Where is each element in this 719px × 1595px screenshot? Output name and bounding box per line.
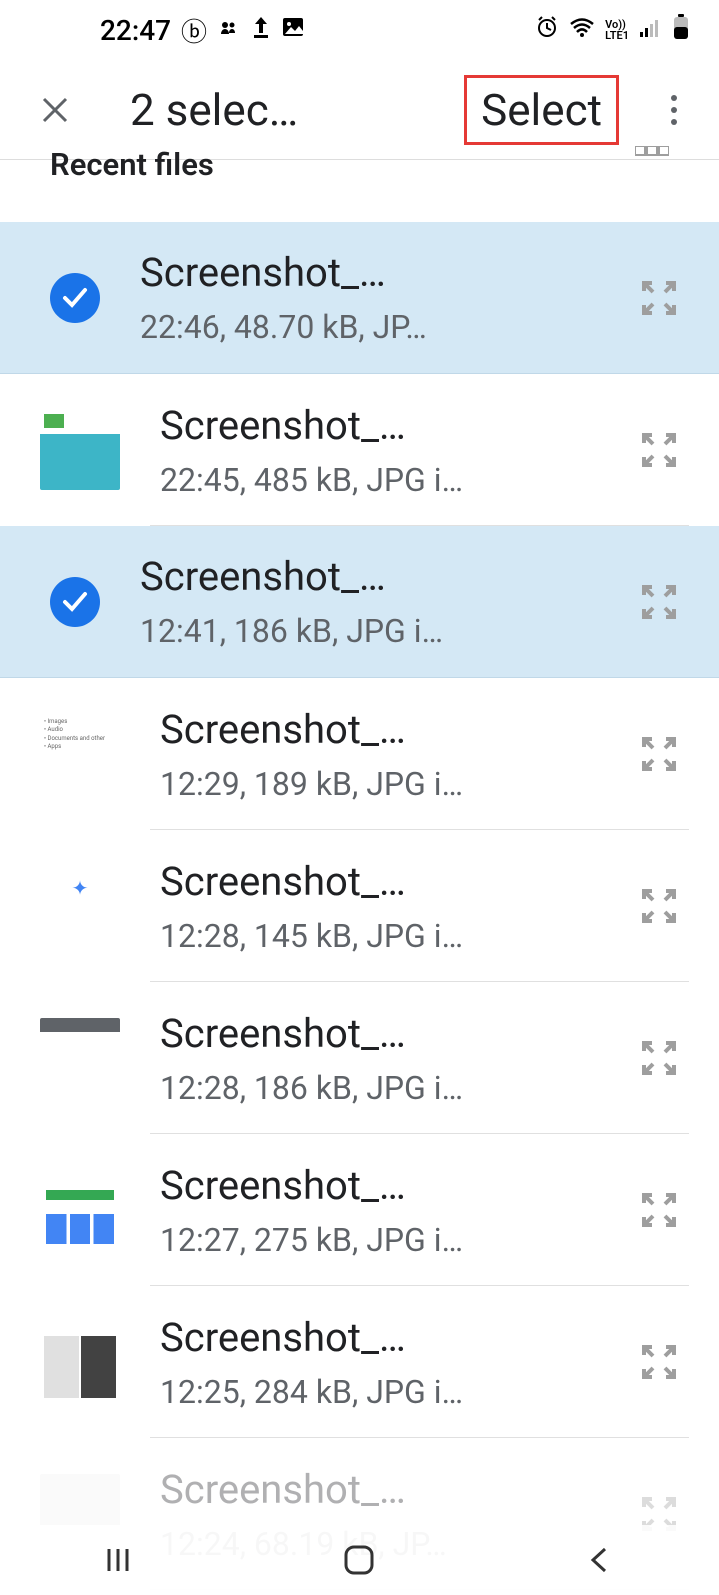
- file-name: Screenshot_…: [160, 1466, 619, 1513]
- file-thumbnail: [40, 1322, 120, 1402]
- volte-label: Vo))LTE1: [605, 19, 629, 41]
- file-name: Screenshot_…: [140, 249, 619, 296]
- file-name: Screenshot_…: [140, 553, 619, 600]
- file-list: Screenshot_… 22:46, 48.70 kB, JP… Screen…: [0, 222, 719, 1590]
- file-name: Screenshot_…: [160, 858, 619, 905]
- file-meta: 12:28, 186 kB, JPG i…: [160, 1069, 619, 1107]
- check-icon: [50, 577, 100, 627]
- file-name: Screenshot_…: [160, 706, 619, 753]
- section-title: Recent files: [50, 146, 214, 183]
- close-button[interactable]: [30, 85, 80, 135]
- badge-icon: ⓑ: [181, 12, 207, 49]
- recents-nav-button[interactable]: [80, 1535, 160, 1585]
- expand-icon[interactable]: [629, 572, 689, 632]
- section-header: Recent files: [0, 152, 719, 192]
- status-time: 22:47: [100, 14, 171, 47]
- file-info: Screenshot_… 12:27, 275 kB, JPG i…: [160, 1162, 619, 1259]
- file-info: Screenshot_… 22:45, 485 kB, JPG i…: [160, 402, 619, 499]
- status-bar: 22:47 ⓑ Vo))LTE1: [0, 0, 719, 60]
- expand-icon[interactable]: [629, 1028, 689, 1088]
- file-info: Screenshot_… 12:28, 186 kB, JPG i…: [160, 1010, 619, 1107]
- expand-icon[interactable]: [629, 1180, 689, 1240]
- status-left: 22:47 ⓑ: [100, 12, 305, 49]
- file-name: Screenshot_…: [160, 1162, 619, 1209]
- file-info: Screenshot_… 12:28, 145 kB, JPG i…: [160, 858, 619, 955]
- file-thumbnail: [40, 1170, 120, 1250]
- status-right: Vo))LTE1: [535, 14, 689, 47]
- file-meta: 22:46, 48.70 kB, JP…: [140, 308, 619, 346]
- expand-icon[interactable]: [629, 1332, 689, 1392]
- file-thumbnail: [40, 1018, 120, 1098]
- file-name: Screenshot_…: [160, 1010, 619, 1057]
- expand-icon[interactable]: [629, 420, 689, 480]
- wifi-icon: [569, 15, 595, 45]
- back-nav-button[interactable]: [559, 1535, 639, 1585]
- battery-icon: [673, 14, 689, 47]
- select-all-button[interactable]: Select: [464, 75, 619, 145]
- file-item[interactable]: Screenshot_… 22:45, 485 kB, JPG i…: [0, 374, 719, 526]
- expand-icon[interactable]: [629, 724, 689, 784]
- file-info: Screenshot_… 12:29, 189 kB, JPG i…: [160, 706, 619, 803]
- image-icon: [281, 15, 305, 46]
- file-item[interactable]: Screenshot_… 22:46, 48.70 kB, JP…: [0, 222, 719, 374]
- file-meta: 12:28, 145 kB, JPG i…: [160, 917, 619, 955]
- navigation-bar: [0, 1525, 719, 1595]
- file-name: Screenshot_…: [160, 1314, 619, 1361]
- file-thumbnail: • Images• Audio• Documents and other• Ap…: [40, 714, 120, 794]
- file-item[interactable]: Screenshot_… 12:28, 145 kB, JPG i…: [0, 830, 719, 982]
- teams-icon: [217, 15, 241, 46]
- file-meta: 22:45, 485 kB, JPG i…: [160, 461, 619, 499]
- more-options-button[interactable]: [649, 85, 699, 135]
- selection-title: 2 selec…: [130, 84, 298, 136]
- file-info: Screenshot_… 12:41, 186 kB, JPG i…: [140, 553, 619, 650]
- file-meta: 12:25, 284 kB, JPG i…: [160, 1373, 619, 1411]
- file-item[interactable]: Screenshot_… 12:27, 275 kB, JPG i…: [0, 1134, 719, 1286]
- signal-icon: [639, 15, 663, 45]
- file-item[interactable]: Screenshot_… 12:25, 284 kB, JPG i…: [0, 1286, 719, 1438]
- file-name: Screenshot_…: [160, 402, 619, 449]
- file-item[interactable]: Screenshot_… 12:28, 186 kB, JPG i…: [0, 982, 719, 1134]
- file-meta: 12:27, 275 kB, JPG i…: [160, 1221, 619, 1259]
- file-item[interactable]: Screenshot_… 12:41, 186 kB, JPG i…: [0, 526, 719, 678]
- app-bar: 2 selec… Select: [0, 60, 719, 160]
- upload-icon: [251, 15, 271, 46]
- expand-icon[interactable]: [629, 876, 689, 936]
- expand-icon[interactable]: [629, 268, 689, 328]
- file-thumbnail: [40, 866, 120, 946]
- file-info: Screenshot_… 12:25, 284 kB, JPG i…: [160, 1314, 619, 1411]
- check-icon: [50, 273, 100, 323]
- view-toggle-icon[interactable]: [635, 146, 669, 172]
- file-meta: 12:41, 186 kB, JPG i…: [140, 612, 619, 650]
- file-item[interactable]: • Images• Audio• Documents and other• Ap…: [0, 678, 719, 830]
- file-meta: 12:29, 189 kB, JPG i…: [160, 765, 619, 803]
- home-nav-button[interactable]: [319, 1535, 399, 1585]
- file-info: Screenshot_… 22:46, 48.70 kB, JP…: [140, 249, 619, 346]
- alarm-icon: [535, 15, 559, 46]
- file-thumbnail: [40, 410, 120, 490]
